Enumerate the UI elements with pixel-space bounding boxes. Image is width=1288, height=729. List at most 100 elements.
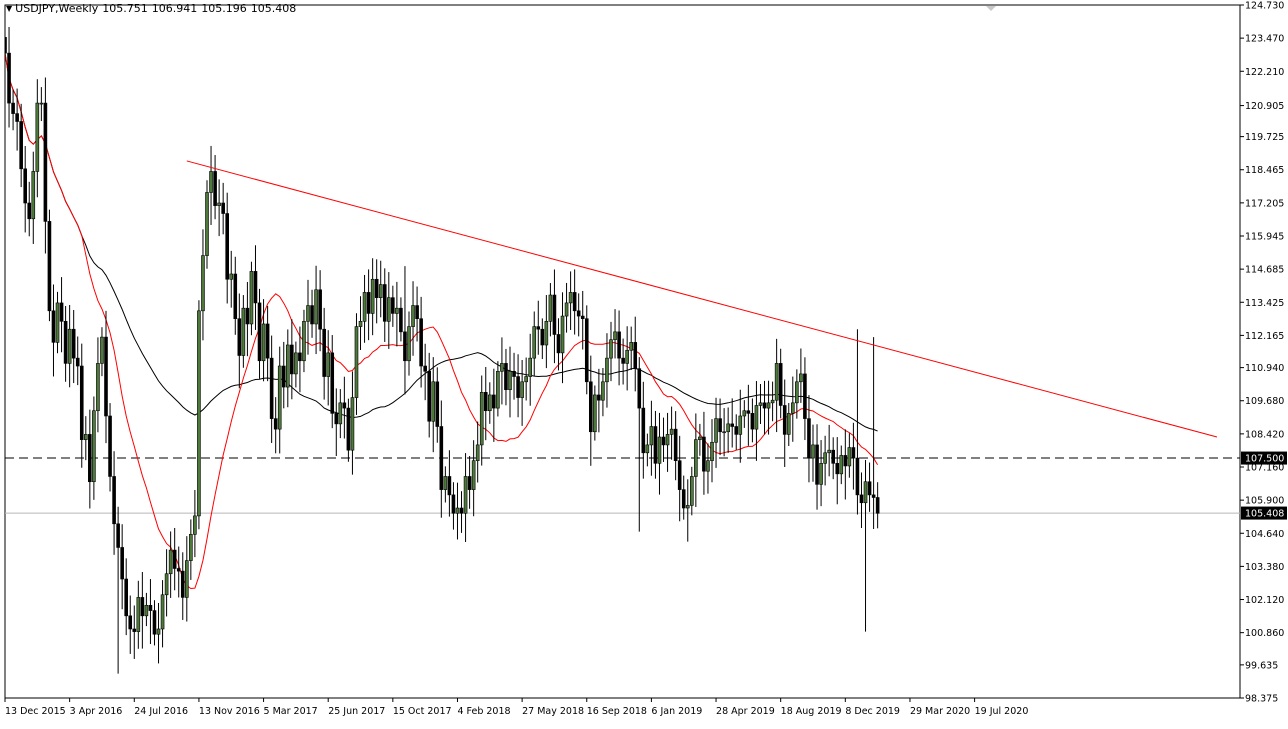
bear-candle <box>875 497 880 514</box>
bull-candle <box>568 292 573 304</box>
x-tick-label: 13 Dec 2015 <box>5 706 66 717</box>
x-tick-label: 29 Mar 2020 <box>910 706 970 717</box>
bull-candle <box>694 439 698 477</box>
bull-candle <box>500 363 504 372</box>
bull-candle <box>358 321 363 327</box>
bear-candle <box>63 321 68 364</box>
bear-candle <box>281 365 286 388</box>
bull-candle <box>847 447 852 467</box>
bull-candle <box>532 326 537 359</box>
bear-candle <box>148 605 153 611</box>
bear-candle <box>27 202 32 220</box>
y-tick-label: 118.465 <box>1245 165 1284 176</box>
bear-candle <box>19 121 23 170</box>
y-tick-label: 120.905 <box>1245 101 1284 112</box>
bear-candle <box>778 363 783 406</box>
bear-candle <box>152 610 157 635</box>
bull-candle <box>100 336 104 364</box>
bear-candle <box>233 273 238 319</box>
y-tick-label: 114.685 <box>1245 265 1284 276</box>
bear-candle <box>334 413 339 425</box>
bear-candle <box>128 615 133 630</box>
bear-candle <box>750 413 755 430</box>
bull-candle <box>378 284 383 298</box>
bear-candle <box>746 410 751 414</box>
bear-candle <box>617 331 621 359</box>
x-tick-label: 19 Jul 2020 <box>975 706 1029 717</box>
x-tick-label: 28 Apr 2019 <box>716 706 775 717</box>
bull-candle <box>544 321 549 346</box>
bull-candle <box>411 305 415 327</box>
bear-candle <box>835 463 840 475</box>
bear-candle <box>79 365 84 440</box>
bull-candle <box>601 381 605 401</box>
bear-candle <box>59 302 64 322</box>
bull-candle <box>386 297 391 322</box>
bull-candle <box>770 399 775 404</box>
x-tick-label: 3 Apr 2016 <box>70 706 123 717</box>
bear-candle <box>867 481 872 496</box>
bull-candle <box>185 560 189 598</box>
bull-candle <box>645 444 650 454</box>
bear-candle <box>451 494 456 514</box>
bear-candle <box>88 434 92 483</box>
bear-candle <box>47 221 52 312</box>
bear-candle <box>633 342 638 369</box>
bull-candle <box>354 326 359 398</box>
bear-candle <box>310 305 314 325</box>
bear-candle <box>322 328 326 377</box>
bear-candle <box>43 102 48 222</box>
bull-candle <box>593 394 597 433</box>
bull-candle <box>217 202 221 206</box>
bear-candle <box>23 168 28 204</box>
bear-candle <box>108 415 112 477</box>
bear-candle <box>483 392 488 412</box>
bear-candle <box>512 370 516 377</box>
bull-candle <box>160 594 165 630</box>
bear-candle <box>584 318 589 383</box>
bull-candle <box>629 342 634 351</box>
bull-candle <box>605 357 609 383</box>
y-tick-label: 112.165 <box>1245 331 1284 342</box>
bull-candle <box>463 476 468 514</box>
bear-candle <box>172 549 177 569</box>
bear-candle <box>439 426 444 490</box>
bull-candle <box>742 410 747 417</box>
bear-candle <box>366 292 371 314</box>
bear-candle <box>213 171 217 206</box>
bull-candle <box>314 289 318 325</box>
bull-candle <box>164 573 169 596</box>
bull-candle <box>294 352 298 375</box>
chart-window[interactable]: 124.730 123.470 122.210 120.905 119.725 118.4… <box>0 0 1288 725</box>
collapse-triangle-icon[interactable]: ▼ <box>6 4 12 13</box>
bull-candle <box>306 305 310 322</box>
bull-candle <box>823 452 827 464</box>
bull-candle <box>144 605 149 617</box>
bear-candle <box>140 597 145 617</box>
bull-candle <box>548 294 553 322</box>
bull-candle <box>799 373 803 383</box>
open-value: 105.751 <box>102 2 148 15</box>
bear-candle <box>855 457 860 496</box>
bull-candle <box>560 315 565 354</box>
chart-header: ▼ USDJPY,Weekly 105.751 106.941 105.196 105.4… <box>6 2 300 15</box>
bull-candle <box>277 365 282 430</box>
bear-candle <box>815 444 819 485</box>
bear-candle <box>237 318 242 356</box>
bear-candle <box>11 102 15 114</box>
bull-candle <box>197 310 201 517</box>
bull-candle <box>326 352 331 377</box>
bear-candle <box>265 323 270 359</box>
price-chart[interactable]: 124.730 123.470 122.210 120.905 119.725 118.4… <box>0 0 1288 725</box>
bull-candle <box>508 370 512 390</box>
bull-candle <box>827 449 831 454</box>
bear-candle <box>399 307 403 333</box>
bull-candle <box>625 349 629 364</box>
bull-candle <box>370 278 375 314</box>
bull-candle <box>209 171 213 193</box>
y-tick-label: 117.205 <box>1245 198 1284 209</box>
bear-candle <box>702 436 706 472</box>
x-tick-label: 8 Dec 2019 <box>845 706 900 717</box>
bear-candle <box>597 394 601 401</box>
bear-candle <box>540 328 545 346</box>
